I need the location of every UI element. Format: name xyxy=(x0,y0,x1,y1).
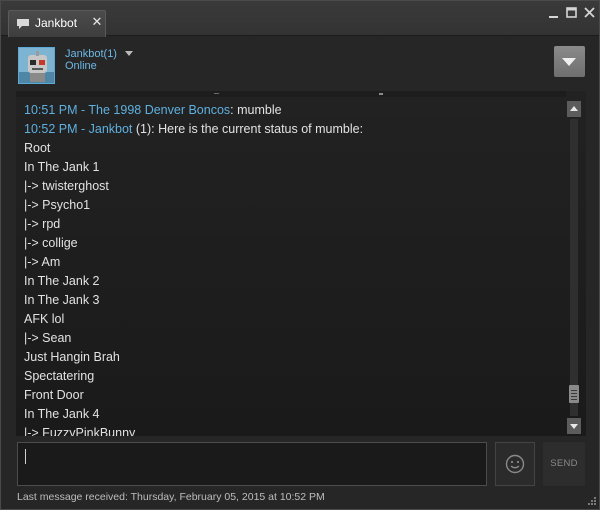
resize-grip-icon[interactable] xyxy=(586,497,596,507)
chat-body-line: Root xyxy=(24,141,51,155)
chat-body-line: Just Hangin Brah xyxy=(24,350,120,364)
chat-body-line: In The Jank 3 xyxy=(24,293,100,307)
chat-message: 10:51 PM - The 1998 Denver Boncos: mumbl… xyxy=(24,101,564,120)
emoticon-button[interactable] xyxy=(495,442,535,486)
chat-lines: 10:51 PM - The 1998 Denver Boncos: mumbl… xyxy=(24,101,564,436)
message-sender[interactable]: Jankbot xyxy=(89,122,133,136)
message-timestamp: 10:51 PM xyxy=(24,103,78,117)
menu-arrow-icon xyxy=(562,58,576,66)
message-sender[interactable]: The 1998 Denver Boncos xyxy=(88,103,230,117)
chat-body-line: In The Jank 2 xyxy=(24,274,100,288)
maximize-icon[interactable] xyxy=(565,6,579,20)
truncated-text-marks xyxy=(214,93,383,95)
message-sender-suffix: (1) xyxy=(132,122,152,136)
chat-window: Jankbot ✕ Jankbot(1) Online 10:51 PM - T… xyxy=(0,0,600,510)
chat-bubble-icon xyxy=(16,17,30,29)
text-caret xyxy=(25,449,26,464)
last-message-status: Last message received: Thursday, Februar… xyxy=(17,491,325,503)
chat-menu-button[interactable] xyxy=(554,46,585,77)
chat-body-line: |-> Psycho1 xyxy=(24,198,91,212)
message-text: : mumble xyxy=(230,103,282,117)
message-text: : Here is the current status of mumble: xyxy=(151,122,364,136)
friend-name-text: Jankbot xyxy=(65,48,104,60)
chat-body-line: |-> rpd xyxy=(24,217,61,231)
chat-body-line: |-> Sean xyxy=(24,331,72,345)
chat-body-line: |-> Am xyxy=(24,255,61,269)
chat-body-line: In The Jank 1 xyxy=(24,160,100,174)
chat-message: 10:52 PM - Jankbot (1): Here is the curr… xyxy=(24,120,564,139)
minimize-icon[interactable] xyxy=(547,6,561,20)
tab-strip: Jankbot ✕ xyxy=(1,1,599,37)
message-input[interactable] xyxy=(17,442,487,486)
tab-jankbot[interactable]: Jankbot ✕ xyxy=(8,10,106,37)
close-icon[interactable] xyxy=(583,6,597,20)
chat-body-line: |-> FuzzyPinkBunny xyxy=(24,426,136,436)
chevron-down-icon[interactable] xyxy=(125,51,133,56)
message-dash: - xyxy=(77,122,89,136)
scroll-down-button[interactable] xyxy=(567,418,581,434)
chat-body-line: Spectatering xyxy=(24,369,95,383)
chat-body-line: Front Door xyxy=(24,388,84,402)
tab-label: Jankbot xyxy=(35,16,78,30)
friend-status: Online xyxy=(65,60,97,72)
chat-log: 10:51 PM - The 1998 Denver Boncos: mumbl… xyxy=(16,91,586,436)
chat-header: Jankbot(1) Online xyxy=(1,37,599,89)
chat-scrollbar[interactable] xyxy=(567,101,581,434)
scroll-track[interactable] xyxy=(570,119,578,416)
friend-count: (1) xyxy=(103,48,117,60)
message-dash: - xyxy=(77,103,89,117)
arrow-down-icon xyxy=(570,424,578,429)
smiley-icon xyxy=(505,454,525,474)
chat-body-line: In The Jank 4 xyxy=(24,407,100,421)
send-button[interactable]: SEND xyxy=(543,442,585,486)
tab-close-button[interactable]: ✕ xyxy=(91,15,103,29)
message-timestamp: 10:52 PM xyxy=(24,122,78,136)
arrow-up-icon xyxy=(570,106,578,111)
scroll-thumb[interactable] xyxy=(569,385,579,403)
chat-body-line: |-> twisterghost xyxy=(24,179,109,193)
scroll-up-button[interactable] xyxy=(567,101,581,117)
chat-body-line: |-> collige xyxy=(24,236,78,250)
chat-body-line: AFK lol xyxy=(24,312,65,326)
friend-name[interactable]: Jankbot(1) xyxy=(65,48,117,60)
avatar[interactable] xyxy=(18,47,55,84)
